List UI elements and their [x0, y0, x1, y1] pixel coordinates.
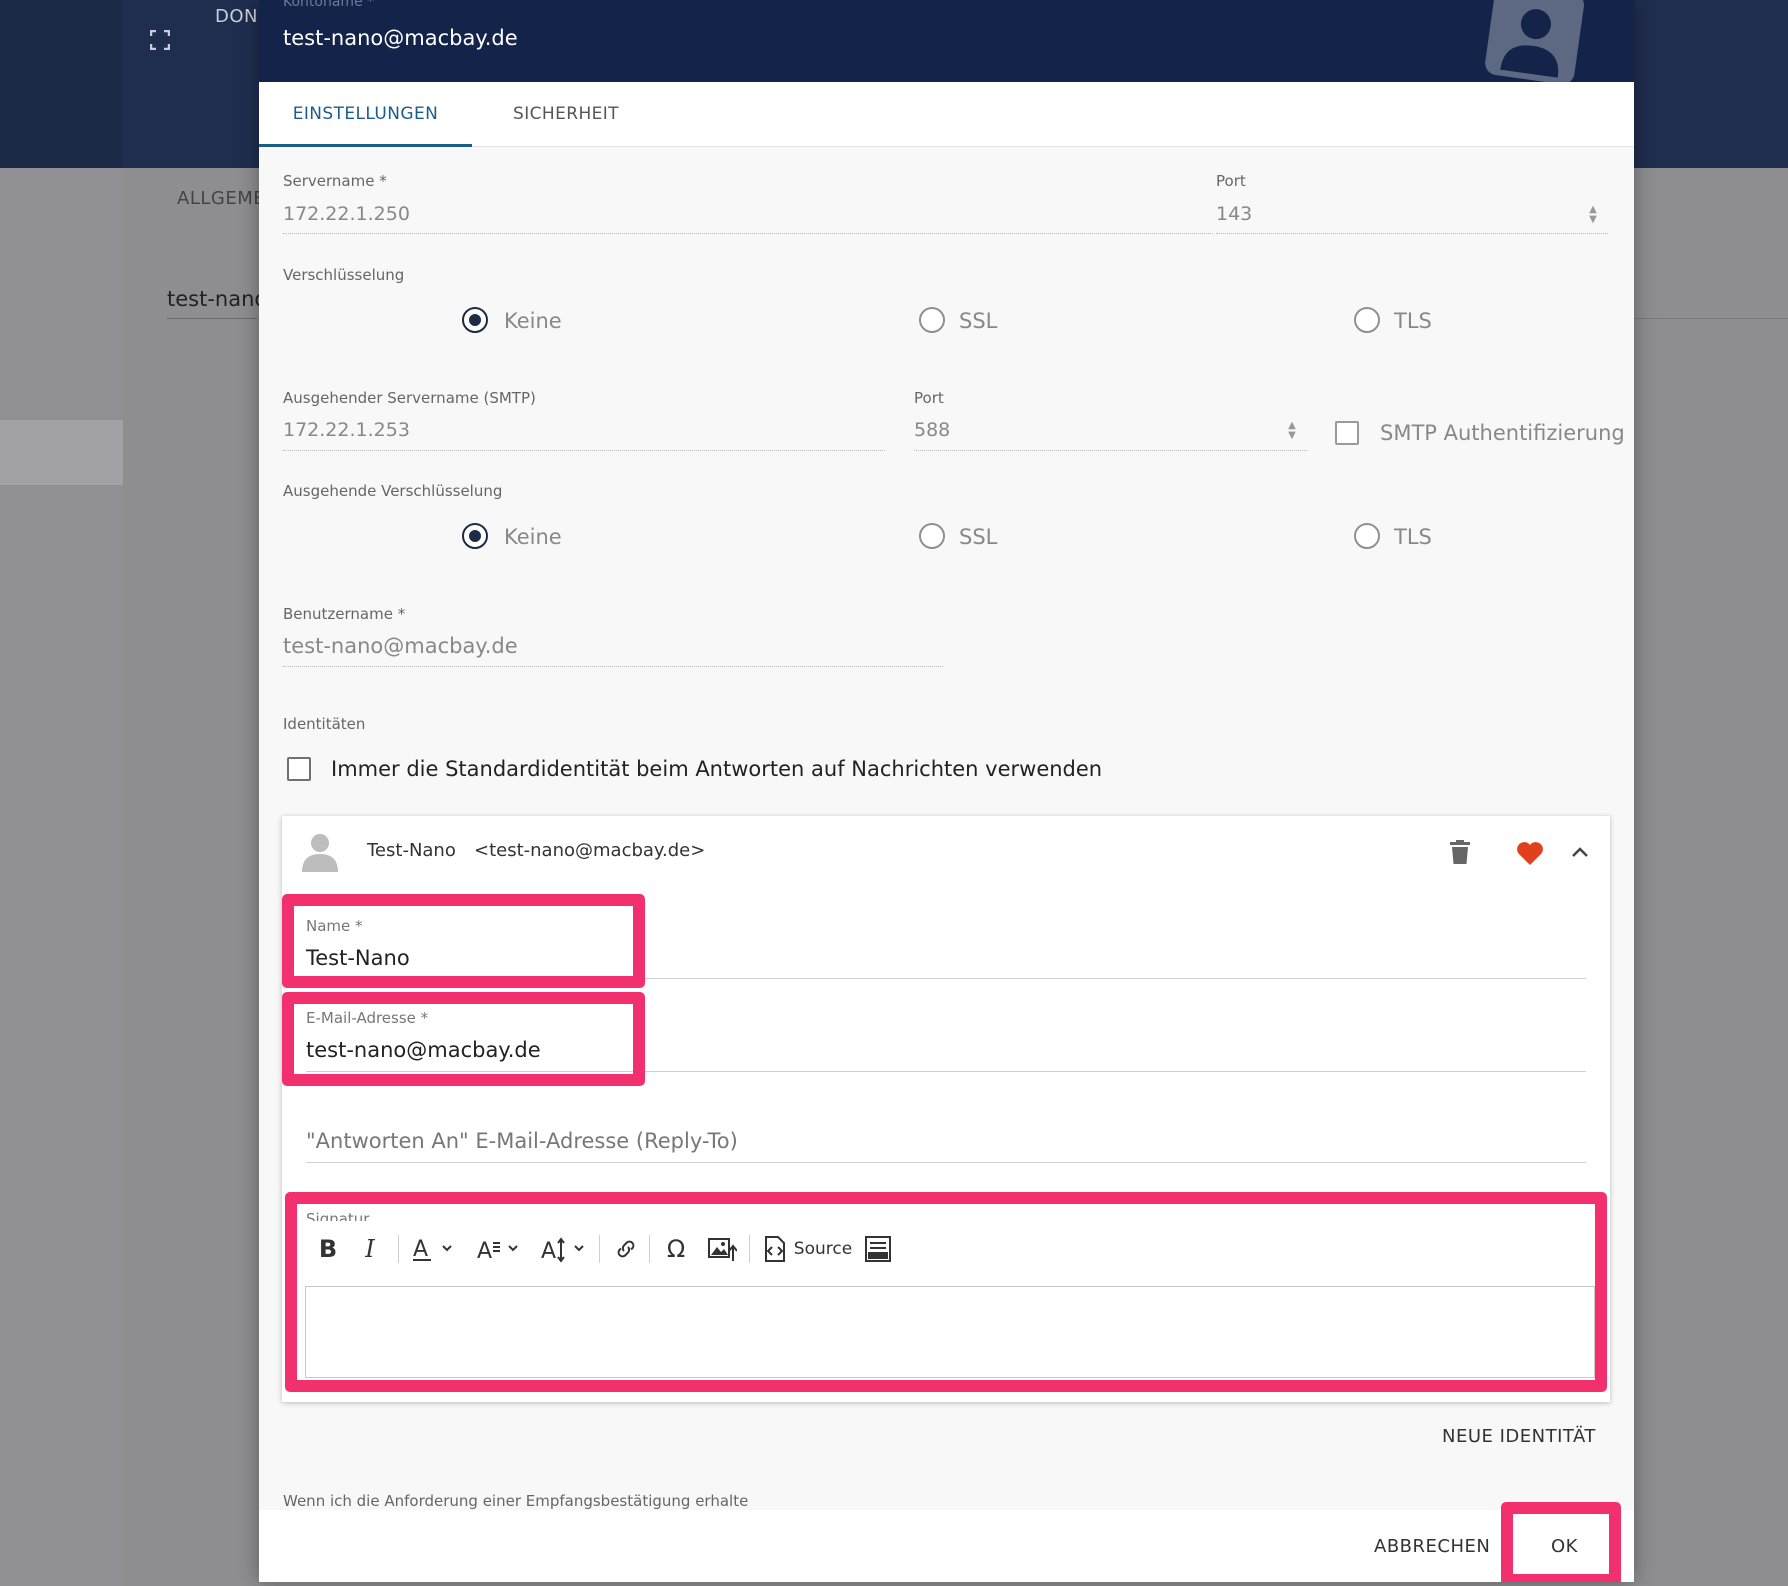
smtp-port-label: Port	[914, 389, 944, 407]
account-avatar-icon	[1485, 0, 1584, 85]
chevron-up-icon[interactable]	[1571, 846, 1589, 858]
highlight-email-field	[282, 992, 645, 1086]
port-stepper[interactable]: ▲ ▼	[1586, 205, 1600, 225]
highlight-signature	[285, 1192, 1607, 1392]
app-header-text: DON	[215, 6, 258, 27]
smtp-port-underline	[914, 450, 1307, 451]
app-sidebar	[0, 0, 123, 1586]
outgoing-encryption-option-ssl-label: SSL	[959, 525, 998, 549]
smtp-port-field[interactable]: 588	[914, 419, 950, 441]
app-divider	[1634, 318, 1788, 319]
outgoing-encryption-option-tls-label: TLS	[1394, 525, 1432, 549]
heart-icon[interactable]	[1516, 841, 1544, 865]
smtp-auth-checkbox[interactable]	[1335, 421, 1359, 445]
dialog-tabs: EINSTELLUNGEN SICHERHEIT	[259, 82, 1634, 147]
encryption-option-tls-label: TLS	[1394, 309, 1432, 333]
default-identity-checkbox[interactable]	[287, 757, 311, 781]
username-underline	[283, 666, 943, 667]
account-name-label: Kontoname *	[283, 0, 375, 10]
tab-security[interactable]: SICHERHEIT	[472, 82, 660, 147]
account-settings-dialog: Kontoname * test-nano@macbay.de EINSTELL…	[259, 0, 1634, 1582]
encryption-label: Verschlüsselung	[283, 266, 405, 284]
reply-to-input[interactable]: "Antworten An" E-Mail-Adresse (Reply-To)	[306, 1129, 738, 1153]
app-divider	[167, 318, 257, 319]
port-underline	[1216, 233, 1608, 234]
encryption-radio-none[interactable]	[462, 307, 488, 333]
reply-to-underline	[306, 1162, 1586, 1163]
identity-display-name: Test-Nano	[367, 840, 456, 861]
identities-label: Identitäten	[283, 715, 366, 733]
port-field[interactable]: 143	[1216, 203, 1252, 225]
account-name-value: test-nano@macbay.de	[283, 26, 518, 50]
highlight-ok-button	[1501, 1502, 1621, 1582]
default-identity-label: Immer die Standardidentität beim Antwort…	[331, 757, 1103, 781]
trash-icon[interactable]	[1450, 840, 1470, 864]
encryption-radio-ssl[interactable]	[919, 307, 945, 333]
identity-display-email: <test-nano@macbay.de>	[474, 840, 706, 861]
encryption-option-none-label: Keine	[504, 309, 562, 333]
server-name-label: Servername *	[283, 172, 387, 190]
port-label: Port	[1216, 172, 1246, 190]
encryption-option-ssl-label: SSL	[959, 309, 998, 333]
app-tab-general[interactable]: ALLGEME	[177, 188, 265, 209]
app-sidebar-selected-item[interactable]	[0, 420, 123, 485]
cancel-button[interactable]: ABBRECHEN	[1374, 1536, 1490, 1557]
highlight-name-field	[282, 894, 645, 988]
server-name-field[interactable]: 172.22.1.250	[283, 203, 410, 225]
server-name-underline	[283, 233, 1213, 234]
smtp-server-label: Ausgehender Servername (SMTP)	[283, 389, 536, 407]
outgoing-encryption-radio-ssl[interactable]	[919, 523, 945, 549]
outgoing-encryption-option-none-label: Keine	[504, 525, 562, 549]
smtp-port-stepper[interactable]: ▲ ▼	[1285, 421, 1299, 441]
outgoing-encryption-label: Ausgehende Verschlüsselung	[283, 482, 503, 500]
dialog-header: Kontoname * test-nano@macbay.de	[259, 0, 1634, 85]
encryption-radio-tls[interactable]	[1354, 307, 1380, 333]
smtp-server-underline	[283, 450, 885, 451]
app-sidebar-header	[0, 0, 123, 168]
app-account-name: test-nano	[167, 287, 268, 311]
smtp-server-field[interactable]: 172.22.1.253	[283, 419, 410, 441]
username-field[interactable]: test-nano@macbay.de	[283, 634, 518, 658]
username-label: Benutzername *	[283, 605, 406, 623]
fullscreen-icon[interactable]	[150, 30, 170, 50]
tab-settings[interactable]: EINSTELLUNGEN	[259, 82, 472, 147]
outgoing-encryption-radio-tls[interactable]	[1354, 523, 1380, 549]
outgoing-encryption-radio-none[interactable]	[462, 523, 488, 549]
identity-card: Test-Nano <test-nano@macbay.de> Name * T…	[282, 816, 1610, 1402]
receipt-request-label: Wenn ich die Anforderung einer Empfangsb…	[283, 1492, 749, 1510]
person-icon	[302, 834, 338, 872]
dialog-footer: ABBRECHEN OK	[259, 1502, 1634, 1582]
new-identity-button[interactable]: NEUE IDENTITÄT	[1442, 1426, 1596, 1447]
smtp-auth-label: SMTP Authentifizierung	[1380, 421, 1625, 445]
